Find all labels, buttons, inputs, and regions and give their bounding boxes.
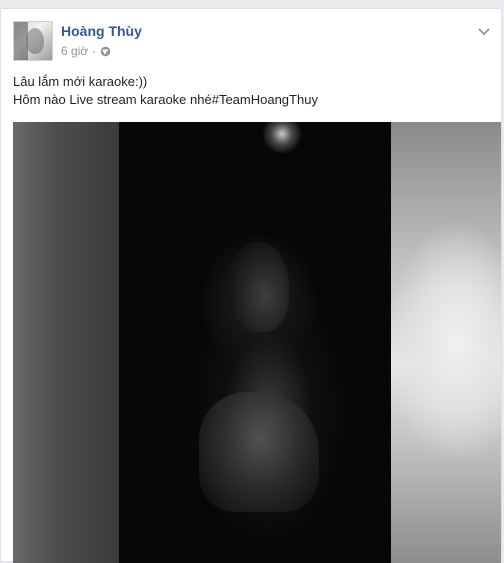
chevron-down-icon[interactable] [477, 27, 491, 37]
avatar[interactable] [13, 21, 53, 61]
meta-separator: · [92, 44, 97, 58]
post-header: Hoàng Thùy 6 giờ · [13, 21, 491, 65]
video-blur-left [13, 122, 119, 563]
video-blur-right [391, 122, 501, 563]
globe-icon[interactable] [100, 46, 111, 57]
post-meta: 6 giờ · [61, 43, 111, 59]
post-text-line-2: Hôm nào Live stream karaoke nhé#TeamHoan… [13, 92, 318, 107]
video-figure-head [229, 242, 289, 332]
video-player[interactable] [13, 122, 501, 563]
post-timestamp[interactable]: 6 giờ [61, 44, 88, 58]
feed-post: Hoàng Thùy 6 giờ · Lâu lắm mới karaoke:)… [0, 8, 502, 563]
video-figure-shoulder [199, 392, 319, 512]
video-frame[interactable] [119, 122, 391, 563]
post-text-line-1: Lâu lắm mới karaoke:)) [13, 74, 148, 89]
author-name[interactable]: Hoàng Thùy [61, 23, 142, 39]
post-text: Lâu lắm mới karaoke:)) Hôm nào Live stre… [13, 73, 491, 109]
